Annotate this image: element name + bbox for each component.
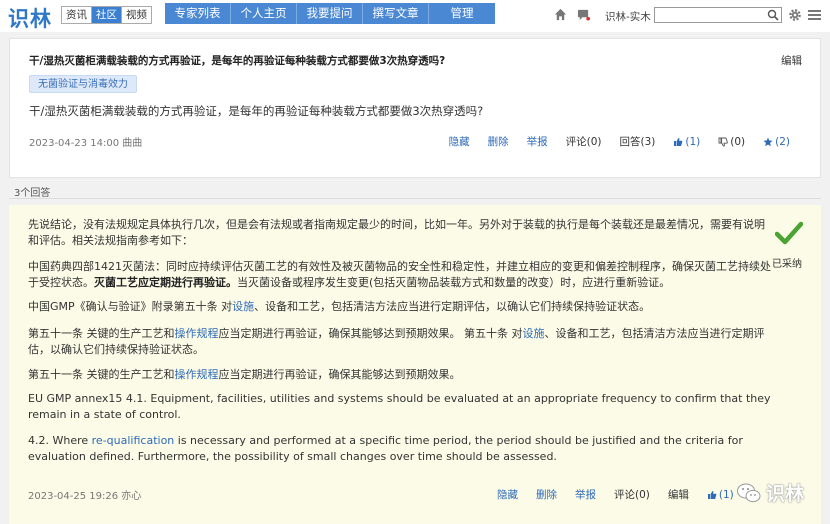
nav-personal-home[interactable]: 个人主页 xyxy=(231,3,297,24)
divider xyxy=(9,198,821,199)
answer-text: 先说结论，没有法规规定具体执行几次，但是会有法规或者指南规定最少的时间，比如一年… xyxy=(28,218,765,247)
answers-link[interactable]: 回答(3) xyxy=(620,134,656,149)
hide-answer-link[interactable]: 隐藏 xyxy=(497,487,518,502)
answers-count: 3个回答 xyxy=(14,188,51,199)
top-header: 识林 资讯 社区 视频 专家列表 个人主页 我要提问 撰写文章 管理 识林-实木 xyxy=(0,0,830,32)
star-question-button[interactable]: (2) xyxy=(763,136,790,148)
answer-paragraph: 中国GMP《确认与验证》附录第五十条 对设施、设备和工艺，包括清洁方法应当进行定… xyxy=(28,299,772,315)
answer-actions: 隐藏 删除 举报 评论(0) 编辑 (1) xyxy=(497,487,734,502)
answer-text: 第五十一条 关键的生产工艺和 xyxy=(28,327,175,340)
answer-text: 应当定期进行再验证，确保其能够达到预期效果。 xyxy=(218,368,461,381)
thumbs-up-icon xyxy=(707,490,717,499)
like-count: (1) xyxy=(685,135,701,148)
user-name[interactable]: 识林-实木 xyxy=(605,9,651,24)
star-count: (2) xyxy=(775,135,790,148)
main-nav: 专家列表 个人主页 我要提问 撰写文章 管理 xyxy=(165,3,495,24)
wechat-icon xyxy=(737,483,761,502)
segment-video[interactable]: 视频 xyxy=(122,7,151,23)
answer-meta: 2023-04-25 19:26 亦心 xyxy=(28,491,142,502)
search-input[interactable] xyxy=(655,8,765,22)
watermark: 识林 xyxy=(736,479,804,506)
delete-answer-link[interactable]: 删除 xyxy=(536,487,557,502)
like-count: (1) xyxy=(718,488,734,501)
report-answer-link[interactable]: 举报 xyxy=(575,487,596,502)
question-meta: 2023-04-23 14:00 曲曲 xyxy=(29,138,143,149)
answer-text: 当灭菌设备或程序发生变更(包括灭菌物品装载方式和数量的改变）时，应进行重新验证。 xyxy=(237,275,671,289)
edit-question-link[interactable]: 编辑 xyxy=(781,53,802,68)
answer-text: 、设备和工艺，包括清洁方法应当进行定期评估，以确认它们持续保持验证状态。 xyxy=(254,300,651,313)
answer-paragraph: 第五十一条 关键的生产工艺和操作规程应当定期进行再验证，确保其能够达到预期效果。… xyxy=(28,326,772,357)
answer-paragraph: EU GMP annex15 4.1. Equipment, facilitie… xyxy=(28,391,772,422)
answer-paragraph: 第五十一条 关键的生产工艺和操作规程应当定期进行再验证，确保其能够达到预期效果。 xyxy=(28,367,772,383)
segment-community[interactable]: 社区 xyxy=(92,7,122,23)
dislike-count: (0) xyxy=(730,135,746,148)
operation-procedure-link[interactable]: 操作规程 xyxy=(175,327,219,340)
answer-paragraph: 4.2. Where re-qualification is necessary… xyxy=(28,433,772,464)
answer-paragraph: 中国药典四部1421灭菌法：同时应持续评估灭菌工艺的有效性及被灭菌物品的安全性和… xyxy=(28,259,772,290)
search-box xyxy=(654,7,782,23)
question-card: 干/湿热灭菌柜满载装载的方式再验证，是每年的再验证每种装载方式都要做3次热穿透吗… xyxy=(9,38,821,178)
like-question-button[interactable]: (1) xyxy=(673,136,700,148)
star-icon xyxy=(763,137,773,146)
nav-expert-list[interactable]: 专家列表 xyxy=(165,3,231,24)
menu-icon[interactable] xyxy=(808,9,821,21)
logo[interactable]: 识林 xyxy=(8,3,52,33)
topic-tag[interactable]: 无菌验证与消毒效力 xyxy=(29,75,137,93)
question-title: 干/湿热灭菌柜满载装载的方式再验证，是每年的再验证每种装载方式都要做3次热穿透吗… xyxy=(29,55,446,67)
nav-write-article[interactable]: 撰写文章 xyxy=(363,3,429,24)
facility-link[interactable]: 设施 xyxy=(523,327,545,340)
answer-text: EU GMP annex15 4.1. Equipment, facilitie… xyxy=(28,392,771,421)
question-body: 干/湿热灭菌柜满载装载的方式再验证，是每年的再验证每种装载方式都要做3次热穿透吗… xyxy=(29,104,484,118)
answer-comments-link[interactable]: 评论(0) xyxy=(614,487,650,502)
message-icon[interactable] xyxy=(577,8,590,21)
nav-ask-question[interactable]: 我要提问 xyxy=(297,3,363,24)
dislike-question-button[interactable]: (0) xyxy=(718,136,745,148)
answer-text: 中国GMP《确认与验证》附录第五十条 对 xyxy=(28,300,233,313)
answer-bold-text: 灭菌工艺应定期进行再验证。 xyxy=(94,275,237,289)
check-icon xyxy=(775,221,803,245)
adopted-badge: 已采纳 xyxy=(772,259,802,270)
facility-link[interactable]: 设施 xyxy=(232,300,254,313)
nav-manage[interactable]: 管理 xyxy=(429,3,495,24)
home-icon[interactable] xyxy=(554,8,567,21)
answer-text: 应当定期进行再验证，确保其能够达到预期效果。 第五十条 对 xyxy=(218,327,523,340)
search-icon[interactable] xyxy=(767,9,779,21)
hide-question-link[interactable]: 隐藏 xyxy=(449,134,470,149)
section-switcher: 资讯 社区 视频 xyxy=(61,6,152,24)
operation-procedure-link[interactable]: 操作规程 xyxy=(175,368,219,381)
question-comments-link[interactable]: 评论(0) xyxy=(566,134,602,149)
gear-icon[interactable] xyxy=(788,8,802,22)
edit-answer-link[interactable]: 编辑 xyxy=(668,487,689,502)
report-question-link[interactable]: 举报 xyxy=(527,134,548,149)
thumbs-up-icon xyxy=(674,137,683,146)
answer-paragraph: 先说结论，没有法规规定具体执行几次，但是会有法规或者指南规定最少的时间，比如一年… xyxy=(28,217,772,248)
answer-card: 先说结论，没有法规规定具体执行几次，但是会有法规或者指南规定最少的时间，比如一年… xyxy=(9,205,821,524)
answer-text: 4.2. Where xyxy=(28,434,92,447)
watermark-text: 识林 xyxy=(766,483,805,505)
like-answer-button[interactable]: (1) xyxy=(707,489,734,501)
answer-text: 第五十一条 关键的生产工艺和 xyxy=(28,368,175,381)
question-actions: 隐藏 删除 举报 评论(0) 回答(3) (1) (0) (2) xyxy=(431,134,790,149)
requalification-link[interactable]: re-qualification xyxy=(92,434,175,447)
delete-question-link[interactable]: 删除 xyxy=(488,134,509,149)
thumbs-down-icon xyxy=(718,137,729,146)
segment-news[interactable]: 资讯 xyxy=(62,7,92,23)
